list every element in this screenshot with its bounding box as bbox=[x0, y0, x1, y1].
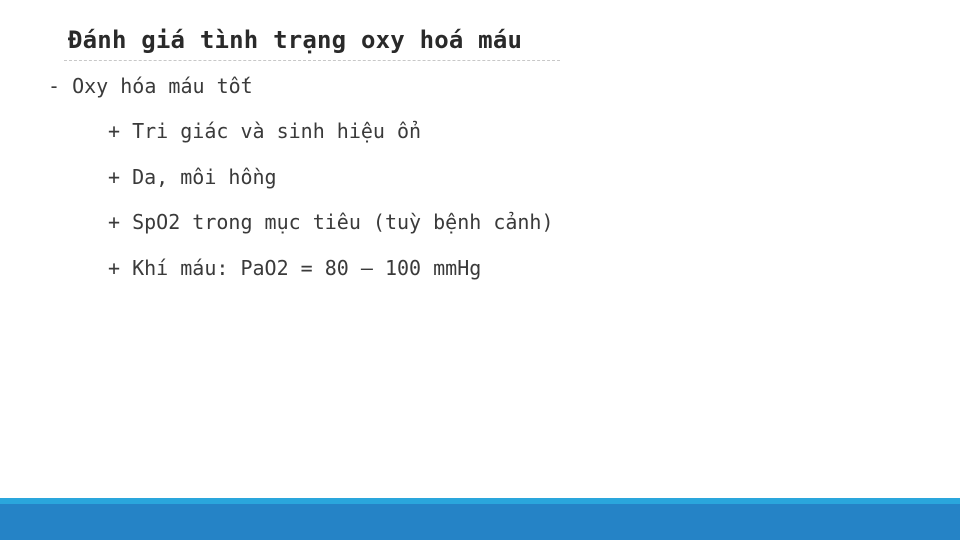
sub-bullet-skin-lips: + Da, môi hồng bbox=[108, 165, 277, 189]
sub-bullet-blood-gas: + Khí máu: PaO2 = 80 – 100 mmHg bbox=[108, 256, 482, 280]
bullet-main: - Oxy hóa máu tốt bbox=[48, 74, 253, 98]
title-underline bbox=[64, 60, 560, 61]
sub-bullet-consciousness: + Tri giác và sinh hiệu ổn bbox=[108, 119, 422, 143]
footer-bar bbox=[0, 504, 960, 540]
slide-title: Đánh giá tình trạng oxy hoá máu bbox=[68, 26, 523, 54]
sub-bullet-spo2: + SpO2 trong mục tiêu (tuỳ bệnh cảnh) bbox=[108, 210, 554, 234]
slide: Đánh giá tình trạng oxy hoá máu - Oxy hó… bbox=[0, 0, 960, 540]
